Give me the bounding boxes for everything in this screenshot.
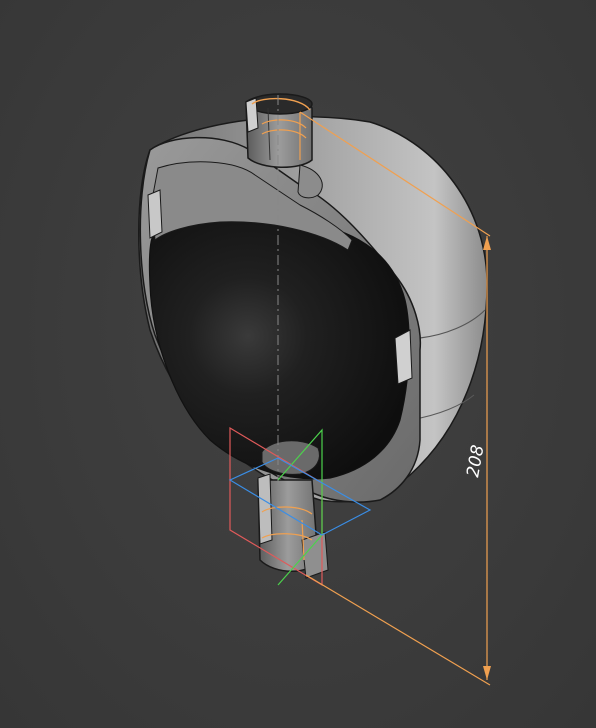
3d-viewport[interactable]: 208 bbox=[0, 0, 596, 728]
dimension-arrow-bottom bbox=[483, 666, 491, 680]
inner-step-left bbox=[147, 189, 163, 239]
top-port-cut-face bbox=[245, 97, 259, 133]
dimension-arrow-top bbox=[483, 236, 491, 250]
bottom-inner-boss bbox=[261, 440, 320, 475]
dimension-extension-bottom bbox=[305, 574, 491, 686]
bottom-port-flange bbox=[301, 531, 329, 579]
inner-step-right bbox=[394, 329, 413, 385]
inner-cavity bbox=[148, 219, 410, 480]
model-scene[interactable]: 208 bbox=[0, 0, 596, 728]
dimension-value-label[interactable]: 208 bbox=[463, 443, 488, 479]
